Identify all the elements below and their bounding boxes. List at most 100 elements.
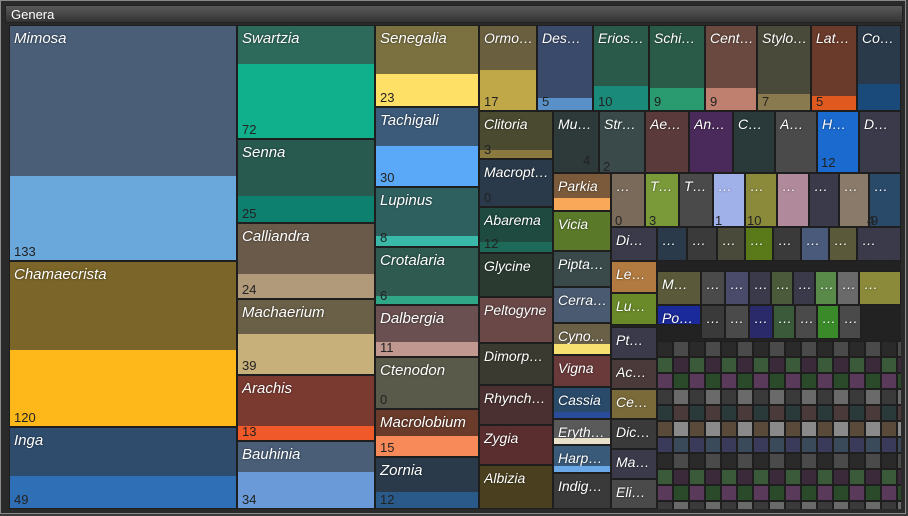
treemap-mini-tile[interactable] xyxy=(705,405,721,421)
treemap-mini-tile[interactable] xyxy=(865,453,881,469)
treemap-mini-tile[interactable] xyxy=(833,485,849,501)
treemap-mini-tile[interactable] xyxy=(769,341,785,357)
treemap-small-tile[interactable]: … xyxy=(773,227,801,261)
treemap-mini-tile[interactable] xyxy=(721,389,737,405)
treemap-mini-tile[interactable] xyxy=(785,469,801,485)
treemap-mini-tile[interactable] xyxy=(897,453,901,469)
treemap-mini-tile[interactable] xyxy=(849,357,865,373)
treemap-small-tile[interactable]: … xyxy=(701,305,725,339)
treemap-tile[interactable]: Lathyrus 5 xyxy=(811,25,857,111)
treemap-tile[interactable]: Albizia xyxy=(479,465,553,509)
treemap-mini-tile[interactable] xyxy=(881,469,897,485)
treemap-mini-tile[interactable] xyxy=(705,373,721,389)
treemap-mini-tile[interactable] xyxy=(881,485,897,501)
treemap-mini-tile[interactable] xyxy=(737,469,753,485)
treemap-small-tile[interactable]: A… xyxy=(775,111,817,173)
treemap-tile[interactable]: Tachigali 30 xyxy=(375,107,479,187)
treemap-mini-tile[interactable] xyxy=(865,485,881,501)
treemap-tile[interactable]: Stylosanthes 7 xyxy=(757,25,811,111)
treemap-small-tile[interactable]: Le… xyxy=(611,261,657,293)
treemap-mini-tile[interactable] xyxy=(881,357,897,373)
treemap-small-tile[interactable]: … xyxy=(745,227,773,261)
treemap-mini-tile[interactable] xyxy=(817,405,833,421)
treemap-mini-tile[interactable] xyxy=(657,373,673,389)
treemap-mini-tile[interactable] xyxy=(833,437,849,453)
treemap-tile[interactable]: Piptadenia xyxy=(553,251,611,287)
treemap-tile[interactable]: Schizolobium 9 xyxy=(649,25,705,111)
treemap-tile[interactable]: Indigofera xyxy=(553,473,611,509)
treemap-small-tile[interactable]: Po… xyxy=(657,305,701,325)
treemap-mini-tile[interactable] xyxy=(801,501,817,509)
treemap-mini-tile[interactable] xyxy=(897,357,901,373)
treemap-mini-tile[interactable] xyxy=(897,485,901,501)
treemap-tile[interactable]: Macrolobium 15 xyxy=(375,409,479,457)
treemap-small-tile[interactable]: Eli… xyxy=(611,479,657,509)
treemap-tile[interactable]: Abarema 12 xyxy=(479,207,553,253)
treemap-mini-tile[interactable] xyxy=(737,421,753,437)
treemap-mini-tile[interactable] xyxy=(897,437,901,453)
treemap-small-tile[interactable]: … xyxy=(809,173,839,227)
treemap-mini-tile[interactable] xyxy=(817,485,833,501)
treemap-tile[interactable]: Rhynchosia xyxy=(479,385,553,425)
treemap-mini-tile[interactable] xyxy=(865,357,881,373)
treemap-mini-tile[interactable] xyxy=(657,453,673,469)
treemap-mini-tile[interactable] xyxy=(833,357,849,373)
treemap-tile[interactable]: Centrosema 9 xyxy=(705,25,757,111)
treemap-mini-tile[interactable] xyxy=(689,341,705,357)
treemap-tile[interactable]: Chamaecrista 120 xyxy=(9,261,237,427)
treemap-mini-tile[interactable] xyxy=(769,405,785,421)
treemap-tile[interactable]: Harpalyce xyxy=(553,445,611,473)
treemap-mini-tile[interactable] xyxy=(769,453,785,469)
treemap-mini-tile[interactable] xyxy=(753,437,769,453)
treemap-mini-tile[interactable] xyxy=(785,389,801,405)
treemap-mini-tile[interactable] xyxy=(897,501,901,509)
treemap-mini-tile[interactable] xyxy=(657,485,673,501)
treemap-mini-tile[interactable] xyxy=(705,469,721,485)
treemap-mini-tile[interactable] xyxy=(673,357,689,373)
treemap-small-tile[interactable]: Dic… xyxy=(611,419,657,449)
treemap-mini-tile[interactable] xyxy=(705,453,721,469)
treemap-mini-tile[interactable] xyxy=(673,373,689,389)
treemap-mini-tile[interactable] xyxy=(881,437,897,453)
treemap-small-tile[interactable]: … xyxy=(801,227,829,261)
treemap-mini-tile[interactable] xyxy=(785,373,801,389)
treemap-tile[interactable]: Mimosa 133 xyxy=(9,25,237,261)
treemap-mini-tile[interactable] xyxy=(673,389,689,405)
treemap-mini-tile[interactable] xyxy=(769,485,785,501)
treemap-mini-tile[interactable] xyxy=(769,357,785,373)
treemap-mini-tile[interactable] xyxy=(897,341,901,357)
treemap-mini-tile[interactable] xyxy=(833,373,849,389)
treemap-small-tile[interactable]: … xyxy=(749,305,773,339)
treemap-tile[interactable]: Crotalaria 6 xyxy=(375,247,479,305)
treemap-mini-tile[interactable] xyxy=(673,501,689,509)
treemap-small-tile[interactable]: … xyxy=(657,227,687,261)
treemap-mini-tile[interactable] xyxy=(817,357,833,373)
treemap-mini-tile[interactable] xyxy=(737,341,753,357)
treemap-mini-tile[interactable] xyxy=(881,453,897,469)
treemap-mini-tile[interactable] xyxy=(673,341,689,357)
treemap-small-tile[interactable]: … xyxy=(837,271,859,305)
treemap-mini-tile[interactable] xyxy=(705,341,721,357)
treemap-small-tile[interactable]: … xyxy=(839,305,861,339)
treemap-small-tile[interactable]: … xyxy=(815,271,837,305)
treemap-mini-tile[interactable] xyxy=(689,469,705,485)
treemap-tile[interactable]: Calliandra 24 xyxy=(237,223,375,299)
treemap-tile[interactable]: Cerrado xyxy=(553,287,611,323)
treemap-mini-tile[interactable] xyxy=(865,501,881,509)
treemap-tile[interactable]: Copaifera xyxy=(857,25,901,111)
treemap-mini-tile[interactable] xyxy=(865,421,881,437)
treemap-small-tile[interactable]: M… xyxy=(657,271,701,305)
treemap-mini-tile[interactable] xyxy=(753,341,769,357)
treemap-mini-tile[interactable] xyxy=(833,501,849,509)
treemap-mini-tile[interactable] xyxy=(689,437,705,453)
treemap-tile[interactable]: Arachis 13 xyxy=(237,375,375,441)
treemap-mini-tile[interactable] xyxy=(801,405,817,421)
treemap-mini-tile[interactable] xyxy=(801,421,817,437)
treemap-mini-tile[interactable] xyxy=(801,469,817,485)
treemap-mini-tile[interactable] xyxy=(881,389,897,405)
treemap-mini-tile[interactable] xyxy=(721,421,737,437)
treemap-tile[interactable]: Cynometra xyxy=(553,323,611,355)
treemap-mini-tile[interactable] xyxy=(673,469,689,485)
treemap-mini-tile[interactable] xyxy=(657,357,673,373)
treemap-mini-tile[interactable] xyxy=(753,373,769,389)
